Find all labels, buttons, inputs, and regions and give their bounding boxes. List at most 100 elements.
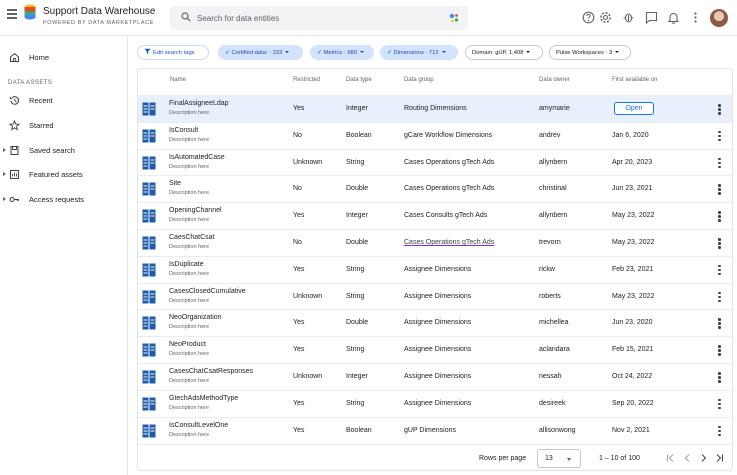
table-row[interactable]: CasesClosedCumulative Description here Unk… bbox=[138, 282, 732, 310]
search-input[interactable] bbox=[197, 10, 437, 26]
expand-caret-icon[interactable] bbox=[3, 172, 6, 176]
table-row[interactable]: NeoOrganization Description here Yes Double… bbox=[138, 309, 732, 336]
sidebar-item-recent[interactable]: Recent bbox=[0, 92, 127, 110]
entity-name[interactable]: IsAutomatedCase bbox=[169, 154, 225, 161]
sidebar-item-label: Saved search bbox=[29, 146, 75, 155]
chevron-down-icon bbox=[526, 51, 531, 54]
table-row[interactable]: GtechAdsMethodType Description here Yes Str… bbox=[138, 389, 732, 417]
entity-name[interactable]: GtechAdsMethodType bbox=[169, 395, 238, 402]
last-page-icon[interactable] bbox=[715, 453, 724, 463]
expand-caret-icon[interactable] bbox=[3, 148, 6, 152]
open-button[interactable]: Open bbox=[614, 102, 654, 115]
column-header-first-available[interactable]: First available on bbox=[612, 77, 657, 83]
table-row[interactable]: IsConsultLevelOne Description here Yes Bool… bbox=[138, 416, 732, 444]
column-header-data-owner[interactable]: Data owner bbox=[539, 77, 570, 83]
debug-icon[interactable] bbox=[622, 11, 635, 24]
cell-first-available: Feb 23, 2021 bbox=[612, 265, 654, 273]
row-more-icon[interactable] bbox=[718, 372, 721, 383]
table-row[interactable]: CasesChatCsatResponses Description here Un… bbox=[138, 363, 732, 390]
entity-description: Description here bbox=[169, 217, 210, 224]
row-more-icon[interactable] bbox=[718, 345, 721, 356]
row-more-icon[interactable] bbox=[718, 291, 721, 303]
entity-name[interactable]: OpeningChannel bbox=[169, 207, 222, 214]
edit-search-tags-button[interactable]: Edit search tags bbox=[137, 45, 209, 60]
column-header-restricted[interactable]: Restricted bbox=[293, 77, 320, 83]
menu-icon[interactable] bbox=[7, 9, 17, 19]
entity-name[interactable]: Site bbox=[169, 180, 181, 187]
chip-pulse-workspaces[interactable]: Pulse Workspaces · 3 bbox=[549, 45, 631, 60]
cell-restricted: No bbox=[293, 131, 302, 139]
table-row[interactable]: FinalAssigneeLdap Description here Yes Inte… bbox=[138, 95, 732, 122]
assistant-icon[interactable] bbox=[448, 12, 460, 24]
entity-name[interactable]: CaesChatCsat bbox=[169, 234, 215, 241]
chevron-down-icon bbox=[285, 51, 290, 54]
sidebar-item-home[interactable]: Home bbox=[0, 49, 127, 67]
first-page-icon[interactable] bbox=[666, 453, 675, 463]
chip-dimensions[interactable]: ✓ Dimensions · 712 bbox=[380, 45, 458, 60]
entity-name[interactable]: NeoOrganization bbox=[169, 314, 222, 321]
chip-domain[interactable]: Domain: gUP, 1,408 bbox=[465, 45, 543, 60]
row-more-icon[interactable] bbox=[718, 264, 721, 276]
table-row[interactable]: Site Description here No Double Cases Operat… bbox=[138, 175, 732, 202]
row-more-icon[interactable] bbox=[718, 318, 721, 329]
cell-restricted: No bbox=[293, 239, 302, 246]
settings-icon[interactable] bbox=[599, 11, 612, 24]
chip-certified-data[interactable]: ✓ Certified data: · 233 bbox=[218, 45, 303, 60]
entity-name[interactable]: IsConsult bbox=[169, 127, 198, 134]
sidebar-item-starred[interactable]: Starred bbox=[0, 117, 127, 135]
expand-caret-icon[interactable] bbox=[3, 197, 6, 201]
entity-description: Description here bbox=[169, 110, 210, 116]
dropdown-arrow-icon bbox=[567, 458, 571, 461]
row-more-icon[interactable] bbox=[718, 211, 721, 222]
table-entity-icon bbox=[142, 370, 156, 384]
featured-icon bbox=[10, 170, 19, 179]
chip-metrics[interactable]: ✓ Metrics · 980 bbox=[310, 45, 374, 60]
row-more-icon[interactable] bbox=[718, 184, 721, 195]
notifications-icon[interactable] bbox=[667, 11, 680, 24]
cell-first-available: Nov 2, 2021 bbox=[612, 426, 650, 434]
more-vert-icon[interactable] bbox=[689, 11, 702, 24]
sidebar-item-label: Starred bbox=[29, 121, 54, 130]
cell-data-owner: allynbern bbox=[539, 212, 568, 220]
table-row[interactable]: NeoProduct Description here Yes String Assig… bbox=[138, 336, 732, 363]
entity-name[interactable]: IsConsultLevelOne bbox=[169, 422, 228, 429]
cell-first-available: May 23, 2022 bbox=[612, 292, 655, 300]
rows-per-page-select[interactable]: 13 bbox=[537, 449, 581, 468]
search-bar[interactable] bbox=[170, 6, 468, 30]
cell-restricted: Yes bbox=[293, 105, 305, 112]
table-row[interactable]: OpeningChannel Description here Yes Integer… bbox=[138, 202, 732, 229]
row-more-icon[interactable] bbox=[718, 157, 721, 169]
table-row[interactable]: IsDuplicate Description here Yes String Assi… bbox=[138, 255, 732, 283]
column-header-data-type[interactable]: Data type bbox=[346, 77, 372, 83]
help-icon[interactable] bbox=[582, 11, 595, 24]
entity-name[interactable]: NeoProduct bbox=[169, 341, 206, 348]
database-logo-icon bbox=[24, 4, 36, 20]
sidebar-item-featured-assets[interactable]: Featured assets bbox=[0, 166, 127, 184]
table-row[interactable]: IsConsult Description here No Boolean gCare … bbox=[138, 121, 732, 149]
sidebar-item-saved-search[interactable]: Saved search bbox=[0, 142, 127, 160]
row-more-icon[interactable] bbox=[718, 398, 721, 410]
table-entity-icon bbox=[142, 129, 156, 143]
sidebar-item-access-requests[interactable]: Access requests bbox=[0, 191, 127, 209]
entity-name[interactable]: IsDuplicate bbox=[169, 261, 204, 268]
column-header-name[interactable]: Name bbox=[170, 77, 186, 83]
entity-name[interactable]: CasesClosedCumulative bbox=[169, 288, 246, 295]
row-more-icon[interactable] bbox=[718, 130, 721, 142]
table-row[interactable]: IsAutomatedCase Description here Unknown St… bbox=[138, 148, 732, 176]
row-more-icon[interactable] bbox=[718, 104, 721, 115]
column-header-data-group[interactable]: Data group bbox=[404, 77, 434, 83]
cell-first-available: Jan 6, 2020 bbox=[612, 131, 649, 139]
cell-first-available: Sep 20, 2022 bbox=[612, 399, 654, 407]
entity-name[interactable]: FinalAssigneeLdap bbox=[169, 100, 229, 107]
table-row[interactable]: CaesChatCsat Description here No Double Case… bbox=[138, 229, 732, 256]
previous-page-icon[interactable] bbox=[683, 453, 692, 463]
row-more-icon[interactable] bbox=[718, 425, 721, 437]
feedback-icon[interactable] bbox=[645, 11, 658, 24]
entity-name[interactable]: CasesChatCsatResponses bbox=[169, 368, 253, 375]
user-avatar[interactable] bbox=[710, 9, 728, 27]
next-page-icon[interactable] bbox=[699, 453, 708, 463]
cell-data-group: gUP Dimensions bbox=[404, 426, 457, 434]
sidebar-item-label: Recent bbox=[29, 96, 53, 105]
cell-data-group[interactable]: Cases Operations gTech Ads bbox=[404, 239, 494, 246]
row-more-icon[interactable] bbox=[718, 238, 721, 249]
